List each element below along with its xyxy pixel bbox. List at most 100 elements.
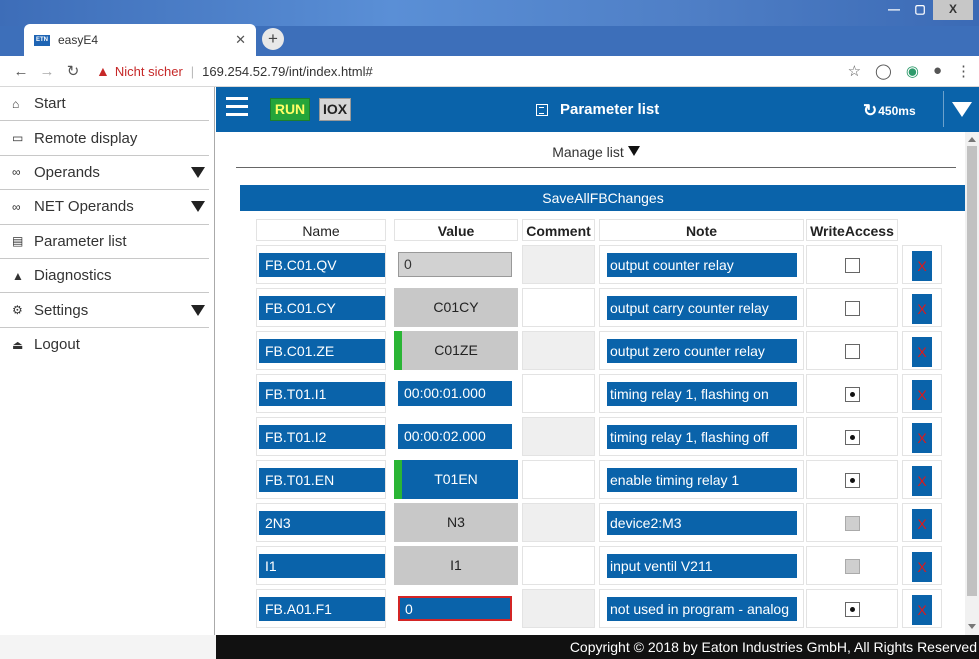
scroll-up-icon[interactable] — [968, 137, 976, 142]
write-access-checkbox[interactable] — [845, 602, 860, 617]
operand-value: N3 — [394, 503, 518, 542]
reload-icon[interactable]: ↻ — [60, 62, 86, 80]
value-cell: I1 — [394, 546, 518, 585]
delete-cell: X — [902, 288, 942, 327]
profile-icon[interactable]: ● — [933, 62, 942, 80]
sidebar-item-logout[interactable]: ⏏ Logout — [0, 328, 209, 362]
extension-circle-icon[interactable]: ◯ — [875, 62, 892, 80]
scroll-down-icon[interactable] — [968, 624, 976, 629]
note-cell: output zero counter relay — [599, 331, 804, 370]
save-all-fb-changes-button[interactable]: SaveAllFBChanges — [240, 185, 965, 211]
vertical-scrollbar[interactable] — [965, 132, 979, 635]
warning-icon: ▲ — [96, 63, 110, 79]
comment-cell[interactable] — [522, 245, 595, 284]
note-field[interactable]: timing relay 1, flashing on — [607, 382, 797, 406]
value-input[interactable]: 0 — [398, 252, 512, 277]
column-header-comment: Comment — [522, 219, 595, 241]
run-status-badge[interactable]: RUN — [270, 98, 310, 121]
value-input[interactable]: 0 — [398, 596, 512, 621]
chevron-down-icon[interactable] — [191, 201, 205, 213]
write-access-checkbox[interactable] — [845, 387, 860, 402]
write-access-checkbox[interactable] — [845, 301, 860, 316]
delete-button[interactable]: X — [912, 294, 932, 324]
delete-button[interactable]: X — [912, 466, 932, 496]
delete-cell: X — [902, 417, 942, 456]
name-field[interactable]: FB.A01.F1 — [259, 597, 385, 621]
name-field[interactable]: FB.C01.ZE — [259, 339, 385, 363]
maximize-button[interactable]: ▢ — [907, 0, 933, 20]
name-field[interactable]: FB.C01.CY — [259, 296, 385, 320]
note-field[interactable]: enable timing relay 1 — [607, 468, 797, 492]
scrollbar-thumb[interactable] — [967, 146, 977, 596]
sidebar-item-remote-display[interactable]: ▭ Remote display — [0, 121, 209, 156]
note-field[interactable]: timing relay 1, flashing off — [607, 425, 797, 449]
comment-cell[interactable] — [522, 288, 595, 327]
sidebar-item-net-operands[interactable]: ∞ NET Operands — [0, 190, 209, 225]
iox-status-badge[interactable]: IOX — [319, 98, 351, 121]
gear-icon: ⚙ — [12, 303, 23, 318]
hamburger-menu-icon[interactable] — [226, 97, 248, 117]
comment-cell[interactable] — [522, 374, 595, 413]
name-field[interactable]: FB.C01.QV — [259, 253, 385, 277]
name-field[interactable]: 2N3 — [259, 511, 385, 535]
back-arrow-icon[interactable]: ← — [8, 63, 34, 80]
comment-cell[interactable] — [522, 589, 595, 628]
delete-button[interactable]: X — [912, 552, 932, 582]
close-window-button[interactable]: X — [933, 0, 973, 20]
monitor-icon: ▭ — [12, 131, 24, 146]
value-input[interactable]: 00:00:02.000 — [398, 424, 512, 449]
column-header-write-access: WriteAccess — [806, 219, 898, 241]
forward-arrow-icon[interactable]: → — [34, 63, 60, 80]
minimize-button[interactable]: — — [881, 0, 907, 20]
note-field[interactable]: input ventil V211 — [607, 554, 797, 578]
manage-list-dropdown[interactable]: Manage list — [236, 144, 956, 168]
sidebar-item-start[interactable]: ⌂ Start — [0, 87, 209, 122]
browser-menu-icon[interactable]: ⋮ — [956, 62, 971, 80]
name-field[interactable]: FB.T01.EN — [259, 468, 385, 492]
sidebar-item-settings[interactable]: ⚙ Settings — [0, 293, 209, 328]
browser-tab[interactable]: ETN easyE4 ✕ — [24, 24, 256, 56]
write-access-checkbox[interactable] — [845, 344, 860, 359]
extension-shield-icon[interactable]: ◉ — [906, 62, 919, 80]
active-state-bar — [394, 460, 402, 499]
sidebar-item-parameter-list[interactable]: ▤ Parameter list — [0, 225, 209, 259]
value-input[interactable]: 00:00:01.000 — [398, 381, 512, 406]
name-field[interactable]: I1 — [259, 554, 385, 578]
new-tab-button[interactable]: + — [262, 28, 284, 50]
delete-button[interactable]: X — [912, 595, 932, 625]
bookmark-star-icon[interactable]: ☆ — [848, 62, 861, 80]
chevron-down-icon[interactable] — [191, 304, 205, 316]
write-access-checkbox[interactable] — [845, 258, 860, 273]
refresh-rate[interactable]: ↻ 450ms — [863, 101, 916, 121]
name-field[interactable]: FB.T01.I1 — [259, 382, 385, 406]
write-access-checkbox — [845, 559, 860, 574]
write-access-cell — [806, 417, 898, 456]
url-field[interactable]: ▲ Nicht sicher | 169.254.52.79/int/index… — [96, 63, 373, 79]
comment-cell[interactable] — [522, 460, 595, 499]
value-cell: 00:00:01.000 — [394, 374, 518, 413]
close-tab-icon[interactable]: ✕ — [235, 32, 246, 48]
sidebar-item-label: Remote display — [34, 129, 138, 147]
note-field[interactable]: device2:M3 — [607, 511, 797, 535]
note-field[interactable]: not used in program - analog — [607, 597, 797, 621]
comment-cell[interactable] — [522, 546, 595, 585]
operand-value: I1 — [394, 546, 518, 585]
write-access-checkbox[interactable] — [845, 430, 860, 445]
write-access-checkbox[interactable] — [845, 473, 860, 488]
note-field[interactable]: output counter relay — [607, 253, 797, 277]
name-field[interactable]: FB.T01.I2 — [259, 425, 385, 449]
chevron-down-icon[interactable] — [191, 166, 205, 178]
note-field[interactable]: output zero counter relay — [607, 339, 797, 363]
delete-button[interactable]: X — [912, 423, 932, 453]
note-field[interactable]: output carry counter relay — [607, 296, 797, 320]
sidebar-item-diagnostics[interactable]: ▲ Diagnostics — [0, 259, 209, 294]
comment-cell[interactable] — [522, 331, 595, 370]
delete-button[interactable]: X — [912, 337, 932, 367]
delete-button[interactable]: X — [912, 251, 932, 281]
header-dropdown-button[interactable] — [943, 91, 979, 127]
comment-cell[interactable] — [522, 503, 595, 542]
delete-button[interactable]: X — [912, 509, 932, 539]
sidebar-item-operands[interactable]: ∞ Operands — [0, 156, 209, 191]
comment-cell[interactable] — [522, 417, 595, 456]
delete-button[interactable]: X — [912, 380, 932, 410]
